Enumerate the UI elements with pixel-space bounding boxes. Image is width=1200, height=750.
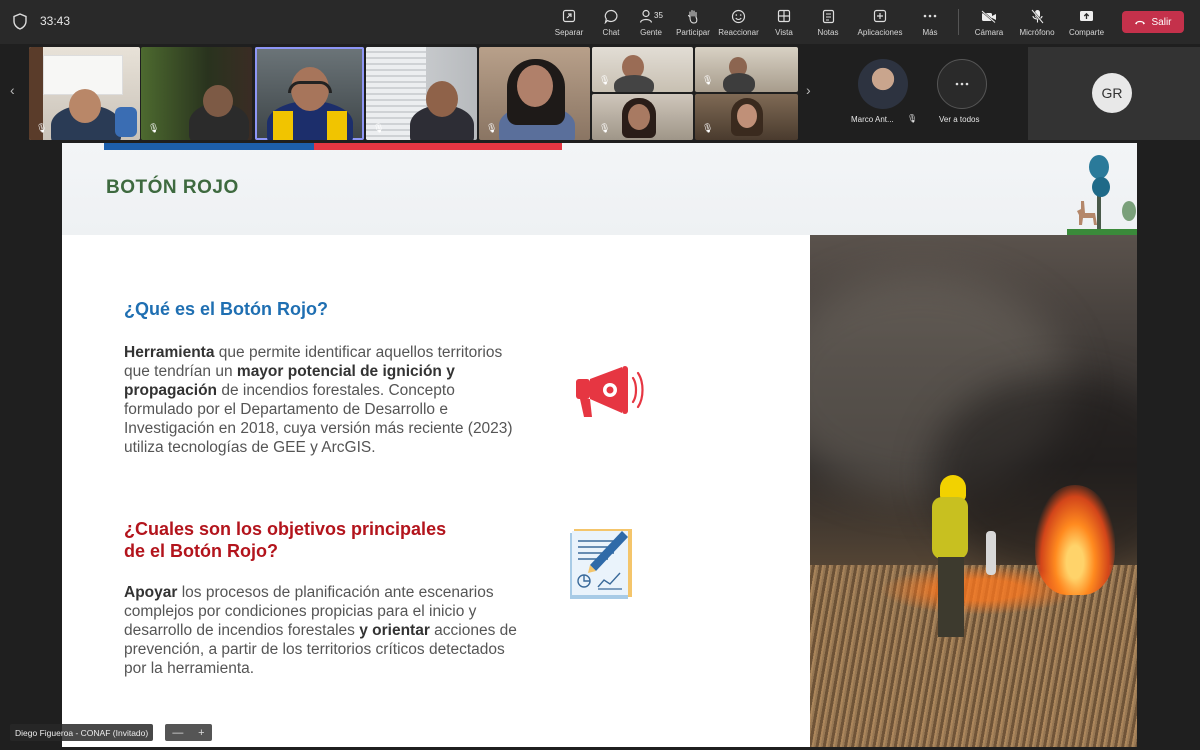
people-button[interactable]: 35 Gente <box>631 0 671 44</box>
participant-video-tile[interactable]: 🎙 <box>695 94 798 140</box>
camera-off-icon <box>981 7 997 25</box>
toolbar-actions: Separar Chat 35 Gente Participar Reaccio… <box>547 0 1184 44</box>
see-all-label: Ver a todos <box>939 115 980 124</box>
mic-off-icon: 🎙 <box>148 123 160 133</box>
share-button[interactable]: Comparte <box>1063 0 1110 44</box>
avatar[interactable] <box>858 59 908 109</box>
grid-icon <box>777 7 791 25</box>
chat-icon <box>604 7 619 25</box>
toolbar-divider <box>958 9 959 35</box>
more-icon <box>955 82 969 86</box>
participant-video-tile[interactable]: 🎙 <box>479 47 590 140</box>
leave-button[interactable]: Salir <box>1122 11 1184 33</box>
participant-video-tile-active[interactable] <box>255 47 364 140</box>
participant-video-tile[interactable]: 🎙 <box>695 47 798 92</box>
participant-video-tile[interactable]: 🎙 <box>592 47 693 92</box>
mic-off-icon: 🎙 <box>702 123 714 133</box>
phone-hangup-icon <box>1135 20 1146 25</box>
chat-button[interactable]: Chat <box>591 0 631 44</box>
question-1-answer: Herramienta que permite identificar aque… <box>124 344 513 456</box>
zoom-controls: — + <box>165 724 212 741</box>
people-count: 35 <box>654 11 663 20</box>
mic-off-icon: 🎙 <box>907 114 918 123</box>
view-button[interactable]: Vista <box>762 0 806 44</box>
self-video-tile[interactable]: GR <box>1028 47 1200 140</box>
shared-slide: BOTÓN ROJO ¿Qué es el Botón Rojo? Herram… <box>62 143 1137 747</box>
share-icon <box>1079 7 1094 25</box>
zoom-in-button[interactable]: + <box>198 727 204 739</box>
question-2-answer: Apoyar los procesos de planificación ant… <box>124 584 517 677</box>
raise-hand-button[interactable]: Participar <box>671 0 715 44</box>
mic-off-icon: 🎙 <box>599 123 611 133</box>
header-bar-red <box>314 143 562 150</box>
video-gallery: ‹ 🎙 🎙 🎙 🎙 🎙 🎙 🎙 🎙 › Marco Ant... 🎙 Ver a… <box>0 44 1200 140</box>
mic-off-icon: 🎙 <box>373 123 385 133</box>
participant-name: Marco Ant... <box>851 115 894 124</box>
meeting-toolbar: 33:43 Separar Chat 35 Gente Participar R… <box>0 0 1200 44</box>
participant-video-tile[interactable]: 🎙 <box>366 47 477 140</box>
participant-video-tile[interactable]: 🎙 <box>592 94 693 140</box>
zoom-out-button[interactable]: — <box>172 727 183 739</box>
participant-video-tile[interactable]: 🎙 <box>29 47 140 140</box>
avatar-initials: GR <box>1092 73 1132 113</box>
emoji-icon <box>731 7 746 25</box>
document-chart-icon <box>570 529 632 599</box>
participant-video-tile[interactable]: 🎙 <box>141 47 252 140</box>
meeting-timer: 33:43 <box>40 14 71 28</box>
chevron-right-icon[interactable]: › <box>806 82 811 98</box>
apps-button[interactable]: Aplicaciones <box>850 0 910 44</box>
slide-header: BOTÓN ROJO <box>62 143 1137 235</box>
microphone-button[interactable]: Micrófono <box>1011 0 1063 44</box>
raise-hand-icon <box>686 7 700 25</box>
notes-icon <box>822 7 835 25</box>
camera-button[interactable]: Cámara <box>967 0 1011 44</box>
more-icon <box>923 7 937 25</box>
notes-button[interactable]: Notas <box>806 0 850 44</box>
pop-out-button[interactable]: Separar <box>547 0 591 44</box>
tree-guanaco-illustration <box>1067 155 1137 235</box>
chevron-left-icon[interactable]: ‹ <box>10 82 15 98</box>
megaphone-icon <box>576 366 644 417</box>
more-button[interactable]: Más <box>910 0 950 44</box>
mic-off-icon: 🎙 <box>36 123 48 133</box>
mic-off-icon: 🎙 <box>702 75 714 85</box>
see-all-button[interactable] <box>937 59 987 109</box>
mic-off-icon: 🎙 <box>599 75 611 85</box>
people-icon: 35 <box>639 7 663 25</box>
question-1-heading: ¿Qué es el Botón Rojo? <box>124 299 329 319</box>
question-2-heading: ¿Cuales son los objetivos principales de… <box>124 519 447 561</box>
mic-off-icon: 🎙 <box>486 123 498 133</box>
slide-title: BOTÓN ROJO <box>106 177 239 198</box>
shield-icon <box>13 13 27 30</box>
add-icon <box>873 7 887 25</box>
react-button[interactable]: Reaccionar <box>715 0 762 44</box>
header-bar-blue <box>104 143 314 150</box>
firefighter-photo <box>810 235 1137 747</box>
presenter-name-label: Diego Figueroa - CONAF (Invitado) <box>10 724 154 741</box>
pop-out-icon <box>562 7 576 25</box>
mic-off-icon <box>1030 7 1044 25</box>
